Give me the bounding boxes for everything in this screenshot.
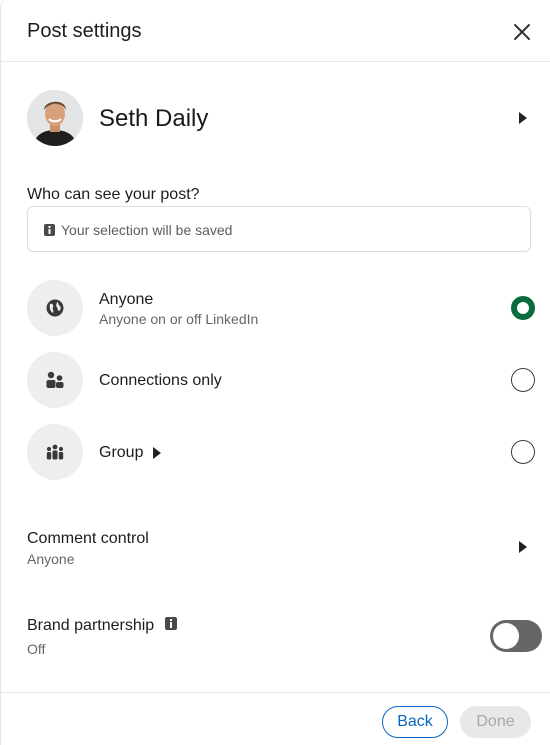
close-button[interactable] <box>507 17 537 47</box>
dialog-title: Post settings <box>27 20 142 42</box>
visibility-option-group[interactable]: Group <box>27 424 535 480</box>
brand-partnership-title: Brand partnership <box>27 617 155 634</box>
radio-anyone[interactable] <box>511 296 535 320</box>
option-title: Group <box>99 444 144 461</box>
profile-name: Seth Daily <box>99 105 209 132</box>
brand-partnership-value: Off <box>27 641 46 657</box>
back-button[interactable]: Back <box>382 706 448 738</box>
caret-right-icon <box>519 541 527 553</box>
saved-selection-notice: Your selection will be saved <box>27 206 531 252</box>
visibility-option-anyone[interactable]: Anyone Anyone on or off LinkedIn <box>27 280 535 336</box>
option-title: Anyone <box>99 291 154 308</box>
info-icon[interactable] <box>165 617 177 630</box>
comment-control[interactable]: Comment control Anyone <box>27 528 537 572</box>
visibility-label: Who can see your post? <box>27 186 200 203</box>
caret-right-icon <box>153 447 161 459</box>
profile-selector[interactable]: Seth Daily <box>27 90 537 146</box>
toggle-knob <box>493 623 519 649</box>
group-icon <box>46 444 64 460</box>
globe-icon <box>46 299 64 317</box>
dialog-header: Post settings <box>1 0 550 62</box>
avatar <box>27 90 83 146</box>
option-subtitle: Anyone on or off LinkedIn <box>99 311 259 327</box>
comment-control-title: Comment control <box>27 530 149 547</box>
caret-right-icon <box>519 112 527 124</box>
comment-control-value: Anyone <box>27 551 75 567</box>
brand-partnership: Brand partnership Off <box>27 615 542 659</box>
radio-connections-only[interactable] <box>511 368 535 392</box>
option-title: Connections only <box>99 372 222 389</box>
close-icon <box>514 24 530 40</box>
brand-partnership-toggle[interactable] <box>490 620 542 652</box>
info-icon <box>44 224 55 236</box>
done-button[interactable]: Done <box>460 706 531 738</box>
radio-group[interactable] <box>511 440 535 464</box>
visibility-option-connections[interactable]: Connections only <box>27 352 535 408</box>
post-settings-dialog: Post settings Seth Daily Who can see you… <box>0 0 550 745</box>
dialog-footer: Back Done <box>1 692 550 745</box>
people-icon <box>46 371 64 388</box>
notice-text: Your selection will be saved <box>61 222 233 238</box>
